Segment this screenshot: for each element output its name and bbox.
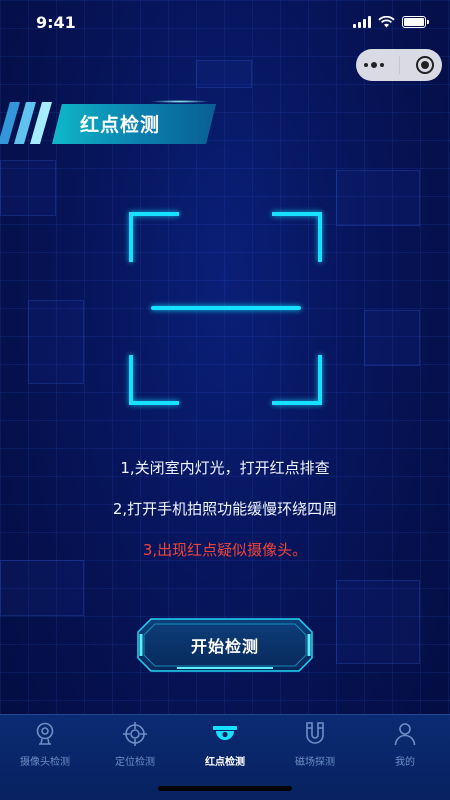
start-detection-label: 开始检测 [190, 637, 259, 656]
battery-icon [402, 16, 429, 28]
title-banner: 红点检测 [0, 100, 230, 148]
magnet-icon [302, 721, 328, 747]
capsule-divider [399, 56, 401, 74]
scan-corner-bottom-left [129, 355, 179, 405]
user-icon [392, 721, 418, 747]
tab-label: 红点检测 [205, 757, 245, 768]
start-detection-button[interactable]: 开始检测 [137, 618, 313, 672]
dome-camera-icon [212, 721, 238, 747]
close-miniprogram-icon[interactable] [416, 56, 435, 74]
instruction-step-2: 2,打开手机拍照功能缓慢环绕四周 [112, 500, 338, 518]
tab-label: 定位检测 [115, 757, 155, 768]
scan-corner-bottom-right [272, 355, 322, 405]
signal-icon [353, 16, 371, 28]
scan-corner-top-left [129, 212, 179, 262]
tab-label: 磁场探测 [295, 757, 335, 768]
tab-camera-detection[interactable]: 摄像头检测 [0, 715, 90, 800]
tab-mine[interactable]: 我的 [360, 715, 450, 800]
banner-glow [150, 100, 210, 103]
page-title: 红点检测 [80, 114, 161, 136]
tab-label: 我的 [395, 757, 415, 768]
crosshair-icon [122, 721, 148, 747]
scan-frame [129, 212, 322, 405]
banner-stripes-decoration [0, 102, 52, 144]
scan-line [151, 306, 301, 310]
more-menu-icon[interactable] [363, 62, 384, 68]
wifi-icon [378, 16, 395, 28]
scan-corner-top-right [272, 212, 322, 262]
miniprogram-capsule [356, 49, 442, 81]
home-indicator [158, 786, 292, 791]
instruction-step-3-warning: 3,出现红点疑似摄像头。 [142, 541, 308, 559]
instruction-step-1: 1,关闭室内灯光，打开红点排查 [120, 459, 330, 477]
instructions: 1,关闭室内灯光，打开红点排查 2,打开手机拍照功能缓慢环绕四周 3,出现红点疑… [0, 458, 450, 581]
status-bar: 9:41 [0, 0, 450, 44]
status-icons [353, 16, 429, 28]
tab-label: 摄像头检测 [20, 757, 70, 768]
camera-icon [32, 721, 58, 747]
status-time: 9:41 [36, 12, 76, 32]
